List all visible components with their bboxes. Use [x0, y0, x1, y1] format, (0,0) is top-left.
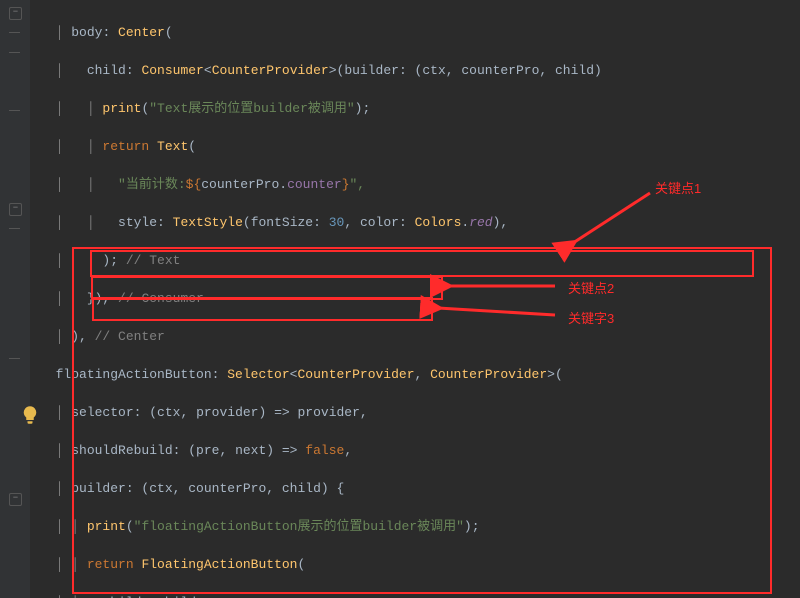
- fold-guide: [9, 110, 20, 113]
- annotation-label-2: 关键点2: [568, 278, 614, 297]
- fold-guide: [9, 52, 20, 55]
- editor-viewport: − − − │ body: Center( │ child: Consumer<…: [0, 0, 800, 598]
- fold-icon[interactable]: −: [9, 493, 22, 506]
- fold-guide: [9, 358, 20, 361]
- annotation-label-1: 关键点1: [655, 178, 701, 197]
- editor-gutter: − − −: [0, 0, 30, 598]
- annotation-label-3: 关键字3: [568, 308, 614, 327]
- code-area[interactable]: │ body: Center( │ child: Consumer<Counte…: [32, 0, 800, 598]
- fold-icon[interactable]: −: [9, 203, 22, 216]
- fold-guide: [9, 228, 20, 231]
- fold-icon[interactable]: −: [9, 7, 22, 20]
- fold-guide: [9, 32, 20, 35]
